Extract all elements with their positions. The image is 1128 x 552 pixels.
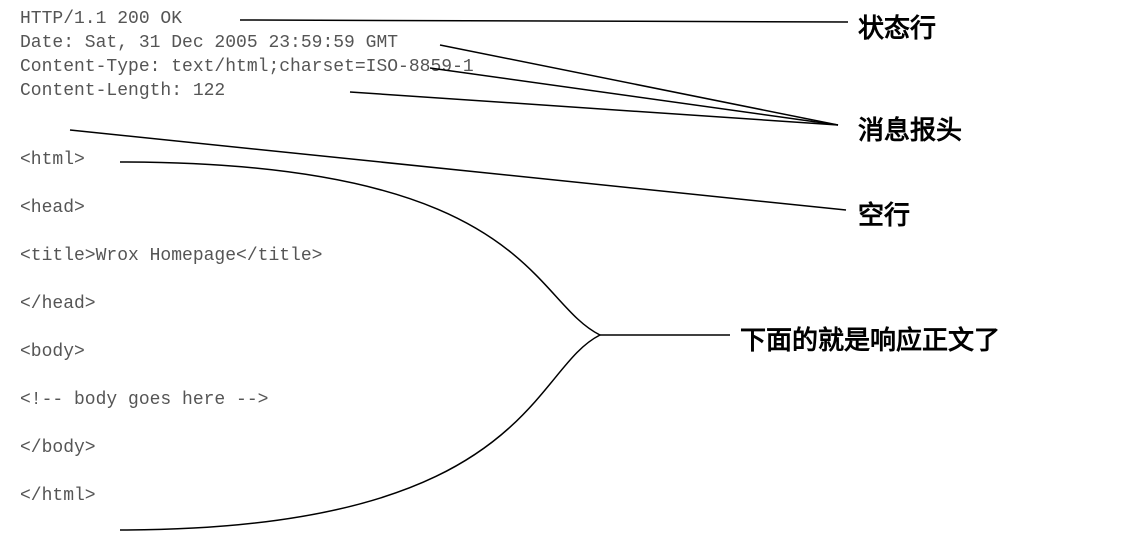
- body-line-4: </head>: [20, 294, 322, 342]
- label-blank-line: 空行: [858, 195, 910, 232]
- body-line-6: <!-- body goes here -->: [20, 390, 322, 438]
- status-line: HTTP/1.1 200 OK: [20, 8, 474, 32]
- body-line-2: <head>: [20, 198, 322, 246]
- label-headers: 消息报头: [858, 110, 962, 147]
- header-date: Date: Sat, 31 Dec 2005 23:59:59 GMT: [20, 32, 474, 56]
- body-line-8: </html>: [20, 486, 322, 534]
- body-line-5: <body>: [20, 342, 322, 390]
- header-content-type: Content-Type: text/html;charset=ISO-8859…: [20, 56, 474, 80]
- body-line-7: </body>: [20, 438, 322, 486]
- http-response-body-block: <html> <head> <title>Wrox Homepage</titl…: [20, 150, 322, 534]
- label-status-line: 状态行: [858, 8, 936, 45]
- http-response-header-block: HTTP/1.1 200 OK Date: Sat, 31 Dec 2005 2…: [20, 8, 474, 104]
- body-line-3: <title>Wrox Homepage</title>: [20, 246, 322, 294]
- label-body: 下面的就是响应正文了: [740, 320, 1000, 357]
- body-line-1: <html>: [20, 150, 322, 198]
- header-content-length: Content-Length: 122: [20, 80, 474, 104]
